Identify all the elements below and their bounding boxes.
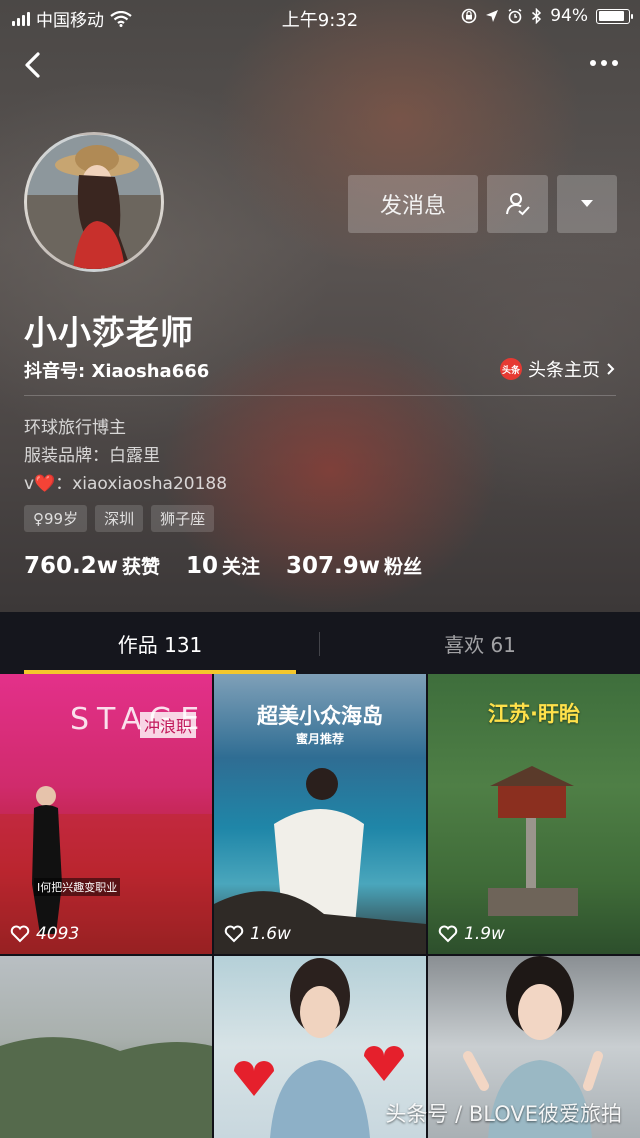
video-thumbnail[interactable]: 江苏·盱眙 1.9w	[428, 674, 640, 954]
video-thumbnail[interactable]: 超美小众海岛 蜜月推荐 1.6w	[214, 674, 426, 954]
alarm-icon	[508, 8, 522, 24]
video-like-count: 4093	[10, 924, 79, 944]
location-icon	[486, 10, 499, 22]
send-message-button[interactable]: 发消息	[348, 175, 478, 233]
more-options-icon[interactable]	[590, 60, 618, 66]
avatar[interactable]	[24, 132, 164, 272]
follow-user-button[interactable]	[487, 175, 548, 233]
heart-emoji: ❤️	[34, 474, 56, 494]
tag-age: ♀99岁	[24, 505, 88, 532]
tag-city: 深圳	[95, 505, 144, 532]
video-scene	[488, 766, 578, 916]
status-bar: 中国移动 上午9:32 94%	[0, 0, 640, 34]
battery-icon	[596, 8, 633, 24]
profile-bio: 环球旅行博主 服装品牌：白露里 v❤️：xiaoxiaosha20188	[24, 414, 227, 498]
video-like-count: 1.6w	[224, 924, 291, 944]
avatar-photo	[27, 135, 161, 269]
tab-works[interactable]: 作品 131	[0, 612, 320, 674]
heart-outline-icon	[438, 925, 458, 943]
video-scene	[0, 786, 212, 954]
watermark-text: 头条号 / BLOVE彼爱旅拍	[385, 1102, 622, 1126]
divider	[24, 395, 616, 396]
toutiao-homepage-link[interactable]: 头条 头条主页	[500, 356, 616, 382]
expand-recommendations-button[interactable]	[557, 175, 617, 233]
tab-likes[interactable]: 喜欢 61	[320, 612, 640, 674]
profile-stats: 760.2w 获赞 10 关注 307.9w 粉丝	[24, 552, 422, 579]
chevron-right-icon	[607, 363, 615, 375]
bluetooth-icon	[532, 8, 542, 24]
stat-followers[interactable]: 307.9w 粉丝	[286, 552, 422, 579]
video-scene	[0, 1037, 212, 1138]
video-thumbnail[interactable]	[0, 956, 212, 1138]
back-arrow-icon[interactable]	[18, 48, 48, 82]
douyin-id: 抖音号: Xiaosha666	[24, 361, 210, 382]
heart-outline-icon	[224, 925, 244, 943]
stat-likes: 760.2w 获赞	[24, 553, 161, 579]
user-check-icon	[505, 193, 530, 216]
video-caption: I何把兴趣变职业	[34, 878, 121, 896]
toutiao-link-label: 头条主页	[528, 360, 600, 381]
triangle-down-icon	[581, 200, 593, 207]
content-tabs: 作品 131 喜欢 61	[0, 612, 640, 674]
profile-tags: ♀99岁 深圳 狮子座	[24, 505, 215, 532]
bio-line: 服装品牌：白露里	[24, 446, 160, 466]
toutiao-logo-icon: 头条	[500, 358, 522, 380]
tag-zodiac: 狮子座	[151, 505, 215, 532]
rotation-lock-icon	[461, 8, 477, 24]
video-thumbnail[interactable]: STAGE 冲浪职 I何把兴趣变职业 4093	[0, 674, 212, 954]
video-like-count: 1.9w	[438, 924, 505, 944]
profile-name: 小小莎老师	[24, 313, 194, 352]
battery-percent: 94%	[550, 6, 588, 26]
video-grid: STAGE 冲浪职 I何把兴趣变职业 4093 超美小众海岛 蜜月推荐 1.6w…	[0, 674, 640, 1138]
bio-line: 环球旅行博主	[24, 418, 126, 438]
heart-outline-icon	[10, 925, 30, 943]
bio-line: v❤️：xiaoxiaosha20188	[24, 474, 228, 494]
stat-following[interactable]: 10 关注	[186, 552, 260, 579]
video-scene	[214, 768, 426, 954]
